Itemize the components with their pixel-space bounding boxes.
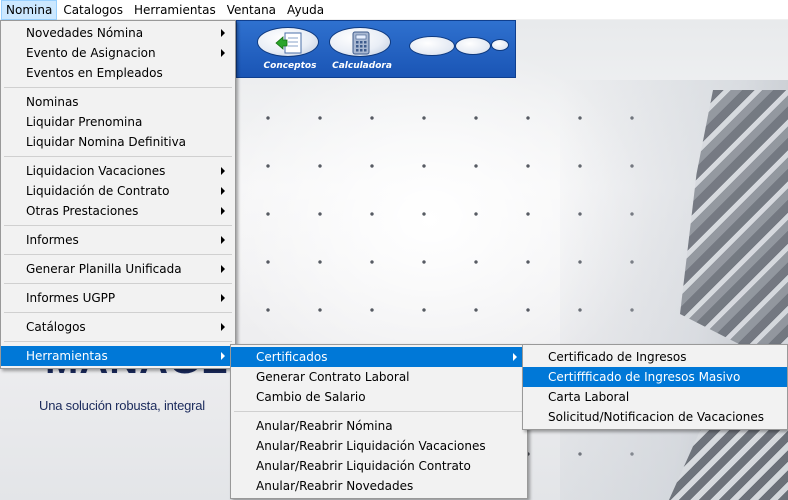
menu-item-label: Generar Contrato Laboral (256, 370, 410, 384)
menu-item-anular-reabrir-novedades[interactable]: Anular/Reabrir Novedades (231, 476, 527, 496)
menu-item-solicitud-notificacion-de-vacaciones[interactable]: Solicitud/Notificacion de Vacaciones (523, 407, 787, 427)
menu-separator (1, 308, 235, 317)
submenu-arrow-icon (221, 294, 225, 302)
menu-item-nominas[interactable]: Nominas (1, 92, 235, 112)
submenu-arrow-icon (513, 353, 517, 361)
toolbar-button-blank-1[interactable] (409, 36, 455, 56)
menu-separator (1, 279, 235, 288)
conceptos-label: Conceptos (263, 61, 317, 71)
menubar-ayuda[interactable]: Ayuda (282, 0, 329, 20)
menu-item-label: Solicitud/Notificacion de Vacaciones (548, 410, 764, 424)
menu-item-informes-ugpp[interactable]: Informes UGPP (1, 288, 235, 308)
menubar-herramientas[interactable]: Herramientas (129, 0, 221, 20)
menu-item-label: Liquidar Nomina Definitiva (26, 135, 187, 149)
menu-item-label: Anular/Reabrir Liquidación Vacaciones (256, 439, 486, 453)
menu-item-certificado-de-ingresos[interactable]: Certificado de Ingresos (523, 347, 787, 367)
menu-item-label: Liquidacion Vacaciones (26, 164, 166, 178)
menu-item-liquidacion-vacaciones[interactable]: Liquidacion Vacaciones (1, 161, 235, 181)
menu-item-label: Generar Planilla Unificada (26, 262, 182, 276)
menu-item-label: Cambio de Salario (256, 390, 366, 404)
menu-item-liquidar-prenomina[interactable]: Liquidar Prenomina (1, 112, 235, 132)
herramientas-submenu: Certificados Generar Contrato Laboral Camb… (230, 344, 528, 499)
menu-item-label: Herramientas (26, 349, 108, 363)
menu-item-label: Anular/Reabrir Nómina (256, 419, 393, 433)
menubar-nomina[interactable]: Nomina (1, 0, 58, 20)
menu-item-novedades-nomina[interactable]: Novedades Nómina (1, 23, 235, 43)
menu-item-label: Liquidación de Contrato (26, 184, 170, 198)
menu-item-anular-reabrir-nomina[interactable]: Anular/Reabrir Nómina (231, 416, 527, 436)
submenu-arrow-icon (221, 29, 225, 37)
certificados-submenu: Certificado de Ingresos Certiffficado de … (522, 344, 788, 430)
menu-item-label: Otras Prestaciones (26, 204, 139, 218)
submenu-arrow-icon (221, 352, 225, 360)
toolbar: Conceptos Calculadora (236, 20, 516, 78)
menu-item-certificados[interactable]: Certificados (231, 347, 527, 367)
menu-item-generar-contrato-laboral[interactable]: Generar Contrato Laboral (231, 367, 527, 387)
menubar-ventana[interactable]: Ventana (222, 0, 281, 20)
menu-item-herramientas[interactable]: Herramientas (1, 346, 235, 366)
menu-item-label: Certificados (256, 350, 328, 364)
menu-item-catalogos[interactable]: Catálogos (1, 317, 235, 337)
menu-item-label: Liquidar Prenomina (26, 115, 143, 129)
menu-item-label: Catálogos (26, 320, 86, 334)
menu-separator (1, 83, 235, 92)
menu-item-certiffficado-de-ingresos-masivo[interactable]: Certiffficado de Ingresos Masivo (523, 367, 787, 387)
brand-tagline: Una solución robusta, integral (39, 398, 205, 413)
menu-item-label: Novedades Nómina (26, 26, 144, 40)
menu-separator (231, 407, 527, 416)
menu-item-label: Informes UGPP (26, 291, 116, 305)
menu-item-label: Anular/Reabrir Liquidación Contrato (256, 459, 471, 473)
conceptos-button[interactable]: Conceptos (257, 27, 319, 71)
menubar-catalogos[interactable]: Catalogos (58, 0, 128, 20)
submenu-arrow-icon (221, 167, 225, 175)
menu-item-cambio-de-salario[interactable]: Cambio de Salario (231, 387, 527, 407)
menu-item-evento-de-asignacion[interactable]: Evento de Asignacion (1, 43, 235, 63)
document-arrow-icon (257, 27, 319, 57)
menu-item-label: Evento de Asignacion (26, 46, 156, 60)
calculadora-button[interactable]: Calculadora (329, 27, 392, 71)
menu-item-carta-laboral[interactable]: Carta Laboral (523, 387, 787, 407)
menu-separator (1, 250, 235, 259)
menu-separator (1, 221, 235, 230)
menu-item-anular-reabrir-liquidacion-vacaciones[interactable]: Anular/Reabrir Liquidación Vacaciones (231, 436, 527, 456)
nomina-menu: Novedades Nómina Evento de Asignacion Even… (0, 20, 236, 369)
submenu-arrow-icon (221, 323, 225, 331)
menu-item-label: Certificado de Ingresos (548, 350, 687, 364)
submenu-arrow-icon (221, 236, 225, 244)
menu-item-generar-planilla-unificada[interactable]: Generar Planilla Unificada (1, 259, 235, 279)
submenu-arrow-icon (221, 207, 225, 215)
menu-item-eventos-en-empleados[interactable]: Eventos en Empleados (1, 63, 235, 83)
menu-item-label: Anular/Reabrir Novedades (256, 479, 414, 493)
menu-item-liquidacion-de-contrato[interactable]: Liquidación de Contrato (1, 181, 235, 201)
menu-item-label: Informes (26, 233, 79, 247)
menu-item-liquidar-nomina-definitiva[interactable]: Liquidar Nomina Definitiva (1, 132, 235, 152)
submenu-arrow-icon (221, 187, 225, 195)
toolbar-button-blank-3[interactable] (491, 39, 509, 51)
menu-item-label: Eventos en Empleados (26, 66, 163, 80)
menu-item-otras-prestaciones[interactable]: Otras Prestaciones (1, 201, 235, 221)
menu-item-anular-reabrir-liquidacion-contrato[interactable]: Anular/Reabrir Liquidación Contrato (231, 456, 527, 476)
menu-item-label: Nominas (26, 95, 79, 109)
menu-separator (1, 152, 235, 161)
submenu-arrow-icon (221, 49, 225, 57)
menu-item-informes[interactable]: Informes (1, 230, 235, 250)
submenu-arrow-icon (221, 265, 225, 273)
menu-separator (1, 337, 235, 346)
calculadora-label: Calculadora (332, 61, 392, 71)
toolbar-button-blank-2[interactable] (455, 37, 491, 55)
menubar: Nomina Catalogos Herramientas Ventana Ayuda (0, 0, 788, 20)
calculator-icon (329, 27, 391, 57)
menu-item-label: Carta Laboral (548, 390, 630, 404)
menu-item-label: Certiffficado de Ingresos Masivo (548, 370, 741, 384)
